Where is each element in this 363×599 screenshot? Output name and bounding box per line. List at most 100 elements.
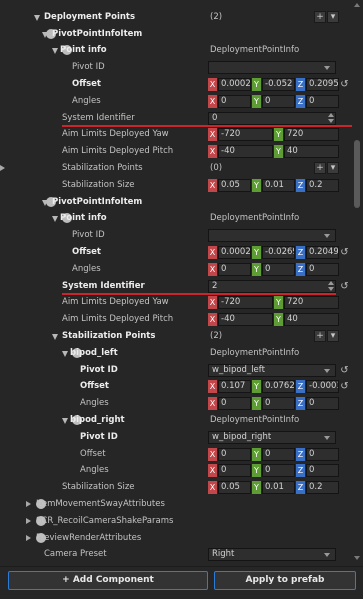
property-row: Aim Limits Deployed Yaw X -720 Y 720 bbox=[0, 294, 352, 311]
z-value-input[interactable]: 0.2095 bbox=[306, 78, 339, 91]
y-value-input[interactable]: 0 bbox=[262, 397, 295, 411]
y-value-input[interactable]: 0 bbox=[262, 94, 295, 108]
property-row: Point info DeploymentPointInfo bbox=[0, 210, 352, 227]
y-value-input[interactable]: -0.052 bbox=[262, 78, 295, 91]
property-label: Camera Preset bbox=[44, 549, 107, 560]
property-row: Pivot ID bbox=[0, 59, 352, 76]
reset-icon[interactable]: ↺ bbox=[339, 247, 350, 258]
property-label: Offset bbox=[72, 79, 101, 89]
reset-icon[interactable]: ↺ bbox=[339, 381, 350, 392]
reset-icon[interactable]: ↺ bbox=[339, 365, 350, 376]
scrollbar-thumb[interactable] bbox=[354, 140, 360, 208]
y-value-input[interactable]: 0 bbox=[262, 447, 295, 461]
z-value-input[interactable]: 0.2 bbox=[306, 481, 339, 495]
x-axis-label: X bbox=[208, 464, 217, 478]
reset-icon[interactable]: ↺ bbox=[339, 79, 350, 90]
property-row: Angles X 0 Y 0 Z 0 bbox=[0, 261, 352, 278]
spinner-arrows-icon[interactable] bbox=[327, 112, 334, 124]
add-component-button[interactable]: + Add Component bbox=[8, 571, 208, 590]
expand-arrow-icon[interactable] bbox=[52, 334, 58, 340]
expand-arrow-icon[interactable] bbox=[52, 48, 58, 55]
y-value-input[interactable]: 720 bbox=[284, 296, 339, 310]
x-value-input[interactable]: 0 bbox=[218, 447, 251, 461]
property-label: ItemMovementSwayAttributes bbox=[36, 499, 165, 509]
expand-arrow-icon[interactable] bbox=[34, 14, 40, 21]
add-item-button[interactable]: + bbox=[314, 162, 326, 174]
y-value-input[interactable]: 40 bbox=[284, 313, 339, 327]
z-value-input[interactable]: 0 bbox=[306, 447, 339, 461]
x-value-input[interactable]: 0 bbox=[218, 464, 251, 478]
property-row: System Identifier 0 bbox=[0, 110, 352, 127]
property-row: System Identifier 2 ↺ bbox=[0, 278, 352, 295]
x-value-input[interactable]: 0 bbox=[218, 397, 251, 411]
x-value-input[interactable]: 0.05 bbox=[218, 178, 251, 192]
pivot-select[interactable]: w_bipod_right bbox=[208, 430, 336, 444]
system-identifier-input[interactable]: 0 bbox=[208, 111, 336, 125]
z-value-input[interactable]: 0 bbox=[306, 397, 339, 411]
property-row: Stabilization Points (2) + ▾ bbox=[0, 328, 352, 345]
y-value-input[interactable]: 0.0762 bbox=[262, 380, 295, 394]
y-value-input[interactable]: 720 bbox=[284, 128, 339, 142]
collapse-arrow-icon[interactable] bbox=[26, 517, 31, 524]
pivot-select[interactable]: Right bbox=[208, 548, 336, 562]
collapse-arrow-icon[interactable] bbox=[0, 165, 5, 171]
x-value-input[interactable]: 0 bbox=[218, 94, 251, 108]
x-axis-label: X bbox=[208, 78, 217, 91]
x-value-input[interactable]: 0.0002 bbox=[218, 78, 251, 91]
spinner-arrows-icon[interactable] bbox=[327, 280, 334, 292]
x-axis-label: X bbox=[208, 128, 217, 142]
property-label: Pivot ID bbox=[80, 431, 118, 442]
reset-icon[interactable]: ↺ bbox=[339, 281, 350, 292]
scroll-up-arrow-icon[interactable] bbox=[354, 3, 360, 7]
x-value-input[interactable]: 0.0002 bbox=[218, 246, 251, 259]
pivot-select[interactable]: w_bipod_left bbox=[208, 363, 336, 377]
expand-arrow-icon[interactable] bbox=[62, 418, 68, 424]
y-value-input[interactable]: 0 bbox=[262, 464, 295, 478]
y-value-input[interactable]: 0.01 bbox=[262, 481, 295, 495]
x-value-input[interactable]: -40 bbox=[218, 145, 273, 159]
property-row: Offset X 0.0002 Y -0.0269 Z 0.2049 ↺ bbox=[0, 244, 352, 261]
pivot-select[interactable] bbox=[208, 61, 336, 75]
clear-items-button[interactable]: ▾ bbox=[327, 330, 339, 342]
add-item-button[interactable]: + bbox=[314, 10, 326, 23]
clear-items-button[interactable]: ▾ bbox=[327, 10, 339, 23]
property-label: Deployment Points bbox=[44, 11, 136, 22]
z-value-input[interactable]: 0 bbox=[306, 94, 339, 108]
y-value-input[interactable]: 0.01 bbox=[262, 178, 295, 192]
x-value-input[interactable]: -40 bbox=[218, 313, 273, 327]
property-label: Offset bbox=[80, 448, 106, 459]
z-value-input[interactable]: 0 bbox=[306, 262, 339, 276]
z-value-input[interactable]: 0 bbox=[306, 464, 339, 478]
collapse-arrow-icon[interactable] bbox=[26, 501, 31, 507]
add-item-button[interactable]: + bbox=[314, 330, 326, 342]
y-value-input[interactable]: -0.0269 bbox=[262, 246, 295, 259]
pivot-select[interactable] bbox=[208, 229, 336, 243]
collapse-arrow-icon[interactable] bbox=[26, 534, 31, 541]
x-value-input[interactable]: -720 bbox=[218, 296, 273, 310]
z-axis-label: Z bbox=[296, 246, 305, 259]
y-axis-label: Y bbox=[274, 145, 283, 159]
x-value-input[interactable]: 0.05 bbox=[218, 481, 251, 495]
property-row: SCR_RecoilCameraShakeParams bbox=[0, 513, 352, 530]
z-value-input[interactable]: 0.2049 bbox=[306, 246, 339, 259]
z-value-input[interactable]: 0.2 bbox=[306, 178, 339, 192]
property-label: SCR_RecoilCameraShakeParams bbox=[36, 515, 174, 526]
expand-arrow-icon[interactable] bbox=[62, 350, 68, 357]
system-identifier-input[interactable]: 2 bbox=[208, 279, 336, 293]
x-value-input[interactable]: 0 bbox=[218, 262, 251, 276]
apply-to-prefab-button[interactable]: Apply to prefab bbox=[214, 571, 356, 590]
x-value-input[interactable]: -720 bbox=[218, 128, 273, 142]
scrollbar[interactable] bbox=[352, 0, 363, 566]
x-value-input[interactable]: 0.107 bbox=[218, 380, 251, 394]
property-row: Aim Limits Deployed Pitch X -40 Y 40 bbox=[0, 311, 352, 328]
property-label: Stabilization Size bbox=[62, 179, 135, 190]
y-value-input[interactable]: 40 bbox=[284, 145, 339, 159]
property-label: Aim Limits Deployed Pitch bbox=[62, 146, 174, 157]
y-value-input[interactable]: 0 bbox=[262, 262, 295, 276]
x-axis-label: X bbox=[208, 145, 217, 159]
z-value-input[interactable]: -0.0001 bbox=[306, 380, 339, 394]
scroll-down-arrow-icon[interactable] bbox=[354, 556, 360, 560]
clear-items-button[interactable]: ▾ bbox=[327, 162, 339, 174]
property-row: Stabilization Size X 0.05 Y 0.01 Z 0.2 bbox=[0, 177, 352, 194]
expand-arrow-icon[interactable] bbox=[52, 216, 58, 223]
